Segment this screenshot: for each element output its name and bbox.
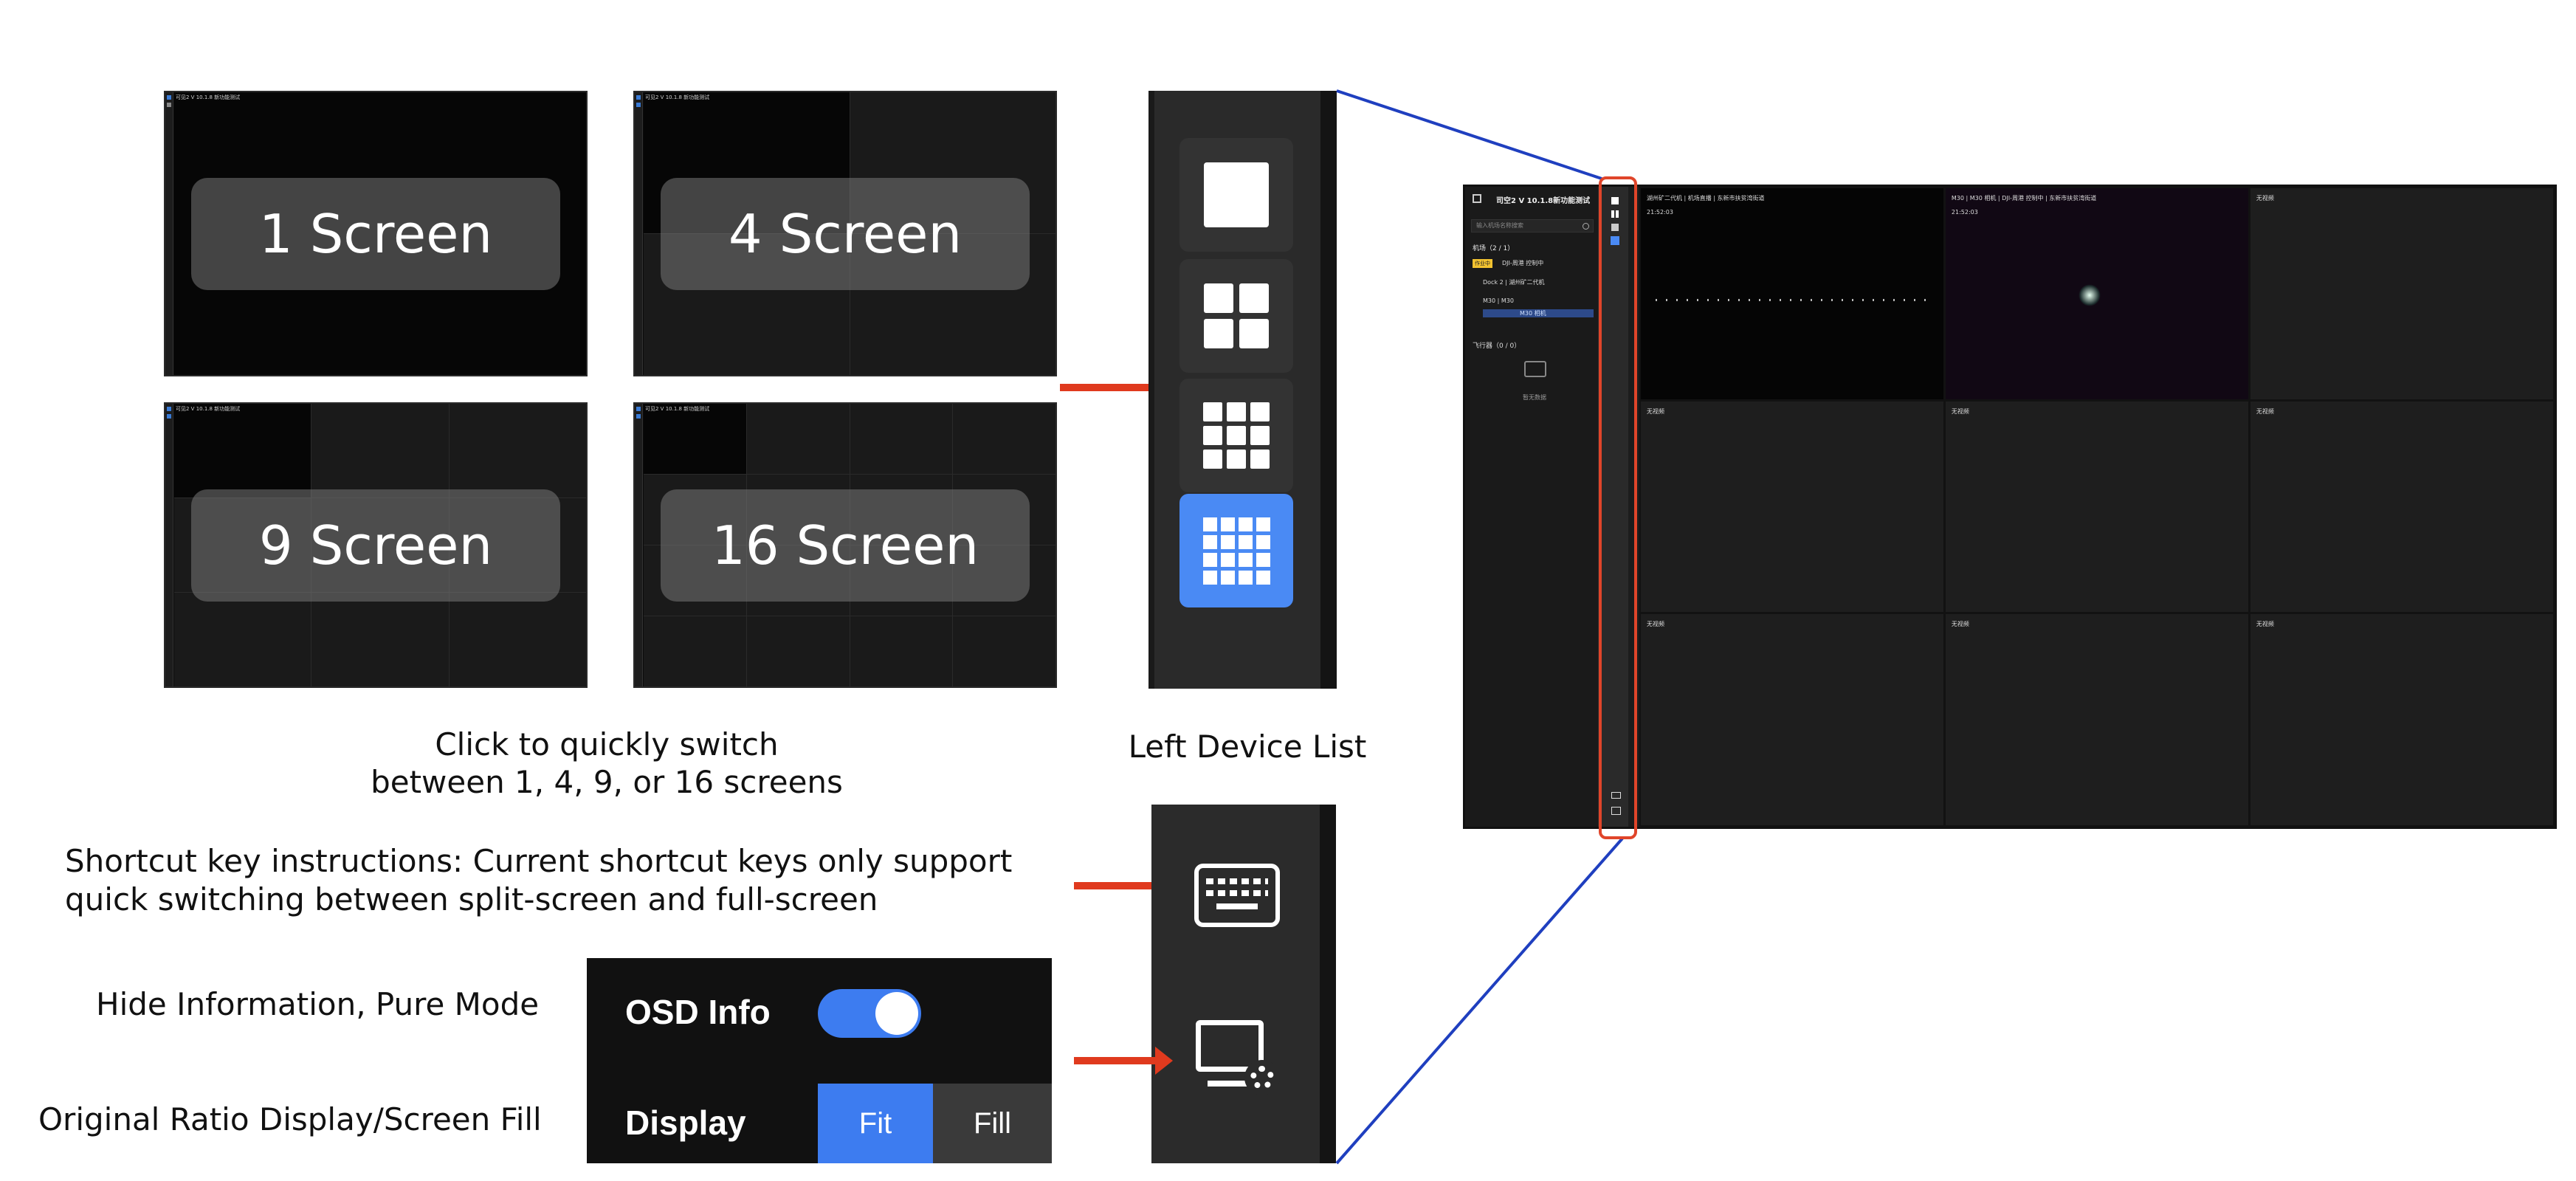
video-cell[interactable]: 无视频 [2248, 187, 2555, 401]
video-cell[interactable]: 无视频 [2248, 399, 2555, 614]
video-cell[interactable]: 无视频 [1943, 399, 2250, 614]
dock-item[interactable]: Dock 2 | 湖州矿二代机 [1483, 278, 1545, 286]
video-cell[interactable]: 无视频 [1639, 399, 1946, 614]
drone-item[interactable]: M30 | M30 [1483, 297, 1514, 304]
logout-icon[interactable] [1473, 194, 1481, 203]
empty-text: 暂无数据 [1523, 394, 1546, 401]
search-input[interactable]: 输入机场名称搜索 [1471, 219, 1594, 233]
status-badge: 作业中 [1473, 259, 1492, 268]
video-grid: 湖州矿二代机 | 机场直播 | 东新市扶贫湾街道 21:52:03 M30 | … [1639, 187, 2555, 827]
search-icon [1583, 223, 1589, 230]
video-cell[interactable]: 湖州矿二代机 | 机场直播 | 东新市扶贫湾街道 21:52:03 [1639, 187, 1946, 401]
toolbar-highlight [1599, 176, 1637, 839]
device-panel: 司空2 V 10.1.8新功能测试 输入机场名称搜索 机场（2 / 1） 作业中… [1465, 187, 1599, 827]
video-cell[interactable]: 无视频 [1639, 613, 1946, 827]
status-text: DJI-周港 控制中 [1502, 260, 1544, 266]
app-window: 司空2 V 10.1.8新功能测试 输入机场名称搜索 机场（2 / 1） 作业中… [1463, 176, 2557, 839]
video-cell[interactable]: 无视频 [1943, 613, 2250, 827]
app-title: 司空2 V 10.1.8新功能测试 [1496, 197, 1591, 205]
video-cell[interactable]: 无视频 [2248, 613, 2555, 827]
empty-box-icon [1524, 361, 1546, 377]
aircraft-section-title: 飞行器（0 / 0） [1473, 342, 1521, 350]
video-cell[interactable]: M30 | M30 相机 | DJI-周港 控制中 | 东新市扶贫湾街道 21:… [1943, 187, 2250, 401]
dock-section-title: 机场（2 / 1） [1473, 245, 1515, 252]
drone-sub-item[interactable]: M30 相机 [1483, 309, 1594, 317]
